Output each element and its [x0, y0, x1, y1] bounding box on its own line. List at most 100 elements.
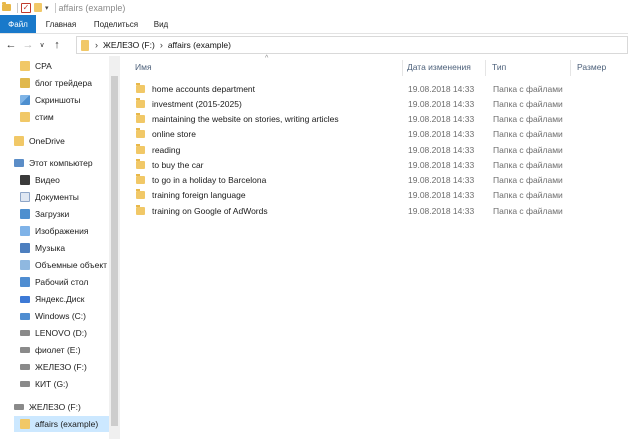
video-icon [20, 175, 30, 185]
sidebar-item-cpa[interactable]: CPA [20, 58, 52, 74]
computer-icon [14, 159, 24, 167]
sidebar-item-label: Рабочий стол [35, 277, 89, 287]
tab-share[interactable]: Поделиться [86, 15, 146, 33]
sidebar-item-this-pc[interactable]: Этот компьютер [14, 155, 93, 171]
sidebar-item-music[interactable]: Музыка [20, 240, 65, 256]
sidebar-item-drive-g[interactable]: КИТ (G:) [20, 376, 68, 392]
list-item[interactable]: investment (2015-2025) 19.08.2018 14:33 Па… [132, 96, 592, 111]
ribbon-tabs: Файл Главная Поделиться Вид [0, 15, 628, 34]
file-date: 19.08.2018 14:33 [408, 83, 475, 94]
divider [54, 2, 56, 13]
sidebar-item-onedrive[interactable]: OneDrive [14, 133, 65, 149]
drive-icon [20, 381, 30, 387]
sidebar-item-drive-c[interactable]: Windows (C:) [20, 308, 86, 324]
file-type: Папка с файлами [493, 174, 563, 185]
file-date: 19.08.2018 14:33 [408, 174, 475, 185]
sidebar-item-label: Скриншоты [35, 95, 81, 105]
sidebar-item-label: блог трейдера [35, 78, 92, 88]
column-header-date[interactable]: Дата изменения [407, 56, 471, 78]
sidebar-item-drive-f-root[interactable]: ЖЕЛЕЗО (F:) [14, 399, 81, 415]
file-type: Папка с файлами [493, 189, 563, 200]
file-type: Папка с файлами [493, 205, 563, 216]
list-item[interactable]: maintaining the website on stories, writ… [132, 111, 592, 126]
picture-icon [20, 95, 30, 105]
sidebar-item-drive-f[interactable]: ЖЕЛЕЗО (F:) [20, 359, 87, 375]
back-arrow-icon[interactable]: ← [5, 39, 17, 51]
tab-file[interactable]: Файл [0, 15, 36, 33]
properties-icon[interactable]: ✓ [21, 2, 31, 13]
folder-icon [136, 112, 145, 123]
scrollbar-thumb[interactable] [111, 76, 118, 426]
list-item[interactable]: training foreign language 19.08.2018 14:3… [132, 187, 592, 202]
up-arrow-icon[interactable]: ↑ [51, 39, 63, 51]
sidebar-item-trader-blog[interactable]: блог трейдера [20, 75, 92, 91]
list-item[interactable]: training on Google of AdWords 19.08.2018 … [132, 203, 592, 218]
file-list: ^ Имя Дата изменения Тип Размер home acc… [120, 55, 628, 439]
file-name: training foreign language [152, 189, 246, 200]
sidebar-item-drive-e[interactable]: фиолет (E:) [20, 342, 81, 358]
divider [570, 60, 571, 76]
list-item[interactable]: home accounts department 19.08.2018 14:33… [132, 81, 592, 96]
3d-objects-icon [20, 260, 30, 270]
sidebar-item-label: Изображения [35, 226, 89, 236]
sidebar-item-label: фиолет (E:) [35, 345, 81, 355]
recent-locations-icon[interactable]: ∨ [38, 39, 46, 51]
file-type: Папка с файлами [493, 144, 563, 155]
sidebar-item-label: affairs (example) [35, 419, 99, 429]
sidebar-item-documents[interactable]: Документы [20, 189, 79, 205]
tab-home[interactable]: Главная [36, 15, 86, 33]
tab-view[interactable]: Вид [146, 15, 176, 33]
folder-icon [81, 39, 89, 51]
sidebar-item-video[interactable]: Видео [20, 172, 60, 188]
file-date: 19.08.2018 14:33 [408, 98, 475, 109]
sidebar-item-yandex-disk[interactable]: Яндекс.Диск [20, 291, 84, 307]
sidebar-item-affairs[interactable]: affairs (example) [14, 416, 109, 432]
file-name: home accounts department [152, 83, 256, 94]
yandex-disk-icon [20, 295, 30, 303]
new-folder-icon[interactable] [34, 3, 42, 12]
file-name: investment (2015-2025) [152, 98, 242, 109]
sidebar-item-label: Этот компьютер [29, 158, 93, 168]
file-name: reading [152, 144, 181, 155]
drive-icon [20, 364, 30, 370]
list-item[interactable]: online store 19.08.2018 14:33 Папка с файл… [132, 126, 592, 141]
chevron-right-icon[interactable]: › [160, 40, 163, 50]
sidebar-item-downloads[interactable]: Загрузки [20, 206, 69, 222]
sidebar-item-label: Объемные объект [35, 260, 108, 270]
sidebar-scrollbar[interactable] [109, 56, 120, 439]
customize-toolbar-icon[interactable]: ▾ [45, 4, 49, 12]
sidebar-item-label: OneDrive [29, 136, 65, 146]
folder-icon [136, 204, 145, 215]
divider [485, 60, 486, 76]
list-item[interactable]: to buy the car 19.08.2018 14:33 Папка с фа… [132, 157, 592, 172]
file-date: 19.08.2018 14:33 [408, 144, 475, 155]
folder-icon [14, 136, 24, 146]
breadcrumb-folder[interactable]: affairs (example) [168, 40, 231, 50]
forward-arrow-icon[interactable]: → [22, 39, 34, 51]
breadcrumb-drive[interactable]: ЖЕЛЕЗО (F:) [103, 40, 155, 50]
column-header-size[interactable]: Размер [577, 56, 606, 78]
sidebar-item-screenshots[interactable]: Скриншоты [20, 92, 80, 108]
chevron-right-icon[interactable]: › [95, 40, 98, 50]
sidebar-item-desktop[interactable]: Рабочий стол [20, 274, 88, 290]
drive-icon [20, 347, 30, 353]
list-item[interactable]: to go in a holiday to Barcelona 19.08.201… [132, 172, 592, 187]
sidebar-item-steam[interactable]: стим [20, 109, 54, 125]
folder-icon [20, 61, 30, 71]
address-bar[interactable]: › ЖЕЛЕЗО (F:) › affairs (example) [76, 36, 628, 54]
folder-icon [136, 127, 145, 138]
folder-icon [136, 188, 145, 199]
navigation-pane: CPA блог трейдера Скриншоты стим OneDriv… [0, 56, 120, 439]
column-header-type[interactable]: Тип [492, 56, 506, 78]
desktop-icon [20, 277, 30, 287]
list-item[interactable]: reading 19.08.2018 14:33 Папка с файлами [132, 142, 592, 157]
column-header-name[interactable]: Имя [135, 56, 152, 78]
sidebar-item-pictures[interactable]: Изображения [20, 223, 88, 239]
sidebar-item-label: ЖЕЛЕЗО (F:) [29, 402, 81, 412]
file-type: Папка с файлами [493, 98, 563, 109]
sidebar-item-3d-objects[interactable]: Объемные объект [20, 257, 107, 273]
file-date: 19.08.2018 14:33 [408, 159, 475, 170]
download-icon [20, 209, 30, 219]
sidebar-item-drive-d[interactable]: LENOVO (D:) [20, 325, 87, 341]
file-date: 19.08.2018 14:33 [408, 128, 475, 139]
